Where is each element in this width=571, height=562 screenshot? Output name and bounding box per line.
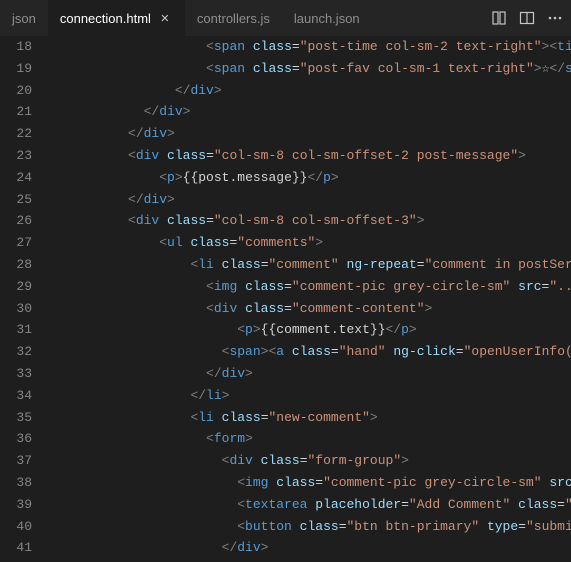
tab-json[interactable]: json bbox=[0, 0, 48, 36]
code-line[interactable]: <span class="post-time col-sm-2 text-rig… bbox=[50, 36, 571, 58]
code-line[interactable]: </div> bbox=[50, 101, 571, 123]
line-number: 31 bbox=[0, 319, 32, 341]
code-line[interactable]: <textarea placeholder="Add Comment" clas… bbox=[50, 494, 571, 516]
code-line[interactable]: <p>{{post.message}}</p> bbox=[50, 167, 571, 189]
line-number: 33 bbox=[0, 363, 32, 385]
line-number-gutter: 1819202122232425262728293031323334353637… bbox=[0, 36, 50, 562]
line-number: 36 bbox=[0, 428, 32, 450]
line-number: 22 bbox=[0, 123, 32, 145]
line-number: 23 bbox=[0, 145, 32, 167]
code-line[interactable]: <span class="post-fav col-sm-1 text-righ… bbox=[50, 58, 571, 80]
code-line[interactable]: </div> bbox=[50, 363, 571, 385]
code-editor[interactable]: 1819202122232425262728293031323334353637… bbox=[0, 36, 571, 562]
line-number: 39 bbox=[0, 494, 32, 516]
line-number: 32 bbox=[0, 341, 32, 363]
tab-controllers-js[interactable]: controllers.js bbox=[185, 0, 282, 36]
code-line[interactable]: <button class="btn btn-primary" type="su… bbox=[50, 516, 571, 538]
code-line[interactable]: </div> bbox=[50, 123, 571, 145]
code-line[interactable]: <li class="new-comment"> bbox=[50, 407, 571, 429]
tab-launch-json[interactable]: launch.json bbox=[282, 0, 372, 36]
line-number: 20 bbox=[0, 80, 32, 102]
code-line[interactable]: <ul class="comments"> bbox=[50, 232, 571, 254]
line-number: 24 bbox=[0, 167, 32, 189]
code-line[interactable]: <li class="comment" ng-repeat="comment i… bbox=[50, 254, 571, 276]
code-line[interactable]: <div class="col-sm-8 col-sm-offset-3"> bbox=[50, 210, 571, 232]
tab-bar: json connection.html × controllers.js la… bbox=[0, 0, 571, 36]
code-line[interactable]: <img class="comment-pic grey-circle-sm" … bbox=[50, 472, 571, 494]
line-number: 37 bbox=[0, 450, 32, 472]
line-number: 38 bbox=[0, 472, 32, 494]
tab-connection-html[interactable]: connection.html × bbox=[48, 0, 185, 36]
code-line[interactable]: </div> bbox=[50, 80, 571, 102]
code-line[interactable]: <p>{{comment.text}}</p> bbox=[50, 319, 571, 341]
editor-controls bbox=[491, 10, 571, 26]
line-number: 18 bbox=[0, 36, 32, 58]
line-number: 27 bbox=[0, 232, 32, 254]
code-line[interactable]: <span><a class="hand" ng-click="openUser… bbox=[50, 341, 571, 363]
code-line[interactable]: </li> bbox=[50, 385, 571, 407]
line-number: 30 bbox=[0, 298, 32, 320]
code-line[interactable]: </div> bbox=[50, 537, 571, 559]
compare-icon[interactable] bbox=[491, 10, 507, 26]
code-line[interactable]: <div class="col-sm-8 col-sm-offset-2 pos… bbox=[50, 145, 571, 167]
more-icon[interactable] bbox=[547, 10, 563, 26]
close-icon[interactable]: × bbox=[157, 10, 173, 26]
line-number: 21 bbox=[0, 101, 32, 123]
split-editor-icon[interactable] bbox=[519, 10, 535, 26]
line-number: 28 bbox=[0, 254, 32, 276]
line-number: 26 bbox=[0, 210, 32, 232]
line-number: 41 bbox=[0, 537, 32, 559]
line-number: 29 bbox=[0, 276, 32, 298]
line-number: 40 bbox=[0, 516, 32, 538]
line-number: 34 bbox=[0, 385, 32, 407]
code-line[interactable]: <div class="comment-content"> bbox=[50, 298, 571, 320]
code-line[interactable]: <form> bbox=[50, 428, 571, 450]
line-number: 35 bbox=[0, 407, 32, 429]
line-number: 19 bbox=[0, 58, 32, 80]
code-area[interactable]: <span class="post-time col-sm-2 text-rig… bbox=[50, 36, 571, 562]
code-line[interactable]: </div> bbox=[50, 189, 571, 211]
code-line[interactable]: <img class="comment-pic grey-circle-sm" … bbox=[50, 276, 571, 298]
code-line[interactable]: <div class="form-group"> bbox=[50, 450, 571, 472]
line-number: 25 bbox=[0, 189, 32, 211]
